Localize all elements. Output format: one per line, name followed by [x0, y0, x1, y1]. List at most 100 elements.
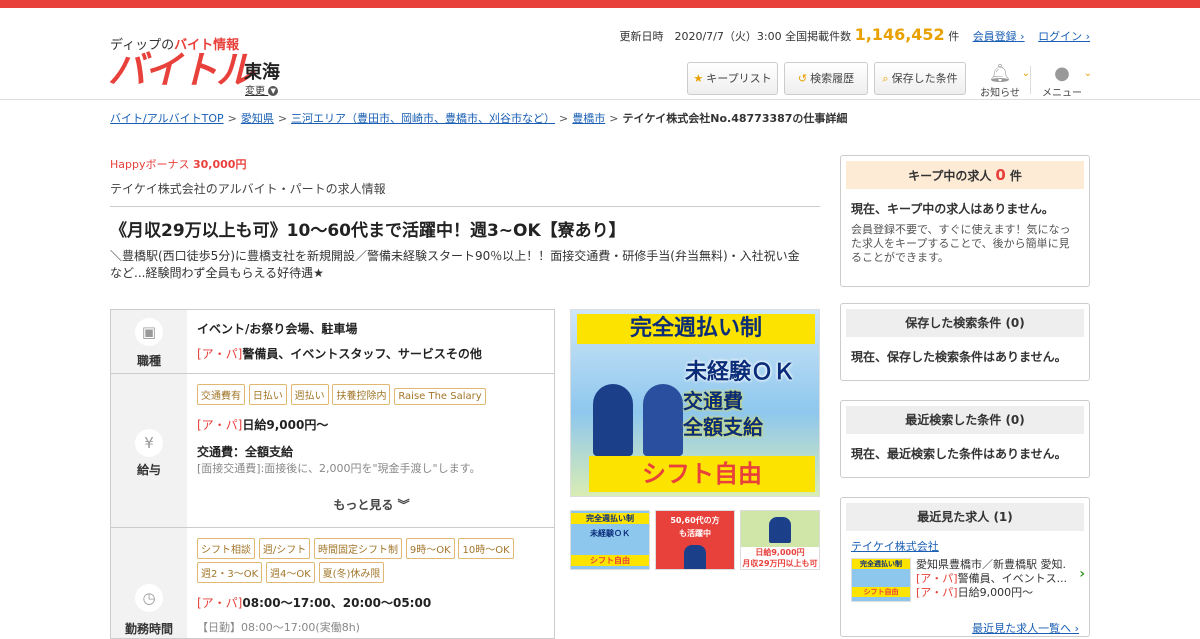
hours-tag: 週/シフト	[258, 538, 311, 559]
occupation-row: ▣ 職種 イベント/お祭り会場、駐車場 [ア・パ]警備員、イベントスタッフ、サー…	[111, 310, 554, 374]
saved-conditions-button[interactable]: ⌕ 保存した条件	[874, 62, 966, 95]
recent-company-link[interactable]: テイケイ株式会社	[851, 538, 1079, 554]
region-name: 東海	[244, 62, 280, 83]
thumb2-line-b: も活躍中	[679, 529, 711, 538]
login-link[interactable]: ログイン ›	[1038, 30, 1090, 43]
job-title: 《月収29万以上も可》10～60代まで活躍中！週3~OK【寮あり】	[110, 221, 626, 241]
keep-empty-message: 現在、キープ中の求人はありません。	[851, 202, 1054, 216]
salary-tag: 週払い	[290, 384, 329, 405]
chevron-down-icon: ⌄	[1021, 68, 1030, 79]
menu-label: メニュー	[1042, 88, 1082, 99]
saved-conditions-header: 保存した検索条件 (0)	[846, 309, 1084, 337]
salary-line: [ア・パ]日給9,000円～	[197, 416, 546, 433]
salary-tag: 日払い	[248, 384, 287, 405]
transport-note: [面接交通費]:面接後に、2,000円を"現金手渡し"します。	[197, 462, 481, 475]
salary-row: ¥ 給与 交通費有 日払い 週払い 扶養控除内 Raise The Salary…	[111, 374, 554, 528]
saved-conditions-title: 保存した検索条件	[905, 316, 1002, 330]
keep-unit: 件	[1009, 169, 1022, 183]
recent-salary-line: [ア・パ]日給9,000円～	[916, 586, 1066, 600]
register-link[interactable]: 会員登録 ›	[973, 30, 1025, 43]
image-thumbnail[interactable]: 日給9,000円 月収29万円以上も可	[740, 510, 820, 570]
site-header: ディップのバイト情報 バイトル 東海 変更 ▼ 更新日時 2020/7/7（火）…	[0, 8, 1200, 100]
breadcrumb-separator: >	[277, 112, 288, 125]
employment-type-tag: [ア・パ]	[197, 596, 243, 610]
breadcrumb-item[interactable]: バイト/アルバイトTOP	[110, 112, 224, 125]
search-history-label: 検索履歴	[810, 72, 855, 85]
yen-icon: ¥	[135, 429, 163, 457]
breadcrumb-separator: >	[227, 112, 237, 125]
bell-icon: 🔔︎	[988, 63, 1012, 84]
recent-salary: 日給9,000円～	[957, 586, 1034, 599]
login-link-label: ログイン	[1038, 30, 1083, 43]
update-label: 更新日時 2020/7/7（火）3:00 全国掲載件数	[619, 30, 852, 43]
thumb3-line-b: 月収29万円以上も可	[741, 558, 819, 569]
image-thumbnail[interactable]: 完全週払い制 未経験ＯＫ シフト自由	[570, 510, 650, 570]
saved-conditions-count: (0)	[1005, 316, 1025, 330]
site-logo[interactable]: バイトル	[108, 50, 254, 90]
keep-count: 0	[995, 166, 1006, 184]
keep-list-label: キープリスト	[706, 72, 772, 85]
keep-panel-title: キープ中の求人	[908, 169, 992, 183]
hours-tag: 9時～OK	[405, 538, 455, 559]
region-change-link[interactable]: 変更 ▼	[245, 82, 279, 97]
job-main-image[interactable]: 完全週払い制 未経験ＯＫ 交通費 全額支給 シフト自由	[570, 309, 820, 497]
breadcrumb-item[interactable]: 三河エリア（豊田市、岡崎市、豊橋市、刈谷市など）	[291, 112, 555, 125]
hours-line: [ア・パ]08:00～17:00、20:00～05:00	[197, 594, 546, 611]
job-description: ＼豊橋駅(西口徒歩5分)に豊橋支社を新規開設／警備未経験スタート90％以上！！面…	[110, 249, 800, 280]
breadcrumb-item[interactable]: 愛知県	[241, 112, 274, 125]
recent-jobs-line: [ア・パ]警備員、イベントス...	[916, 572, 1066, 586]
recent-search-count: (0)	[1005, 413, 1025, 427]
history-icon: ↺	[797, 72, 808, 85]
region-change-label: 変更	[245, 86, 265, 97]
banner-transport: 交通費 全額支給	[683, 388, 763, 440]
keep-list-button[interactable]: ★ キープリスト	[687, 62, 778, 95]
recent-jobs: 警備員、イベントス...	[957, 572, 1066, 585]
breadcrumb-current: テイケイ株式会社No.48773387の仕事詳細	[622, 112, 848, 125]
recent-job-thumbnail: 完全週払い制 シフト自由	[851, 558, 911, 602]
thumb-footer: シフト自由	[571, 555, 649, 566]
count-unit: 件	[948, 30, 960, 43]
happy-bonus-label: Happyボーナス	[110, 158, 190, 171]
breadcrumb-separator: >	[559, 112, 569, 125]
recent-search-empty: 現在、最近検索した条件はありません。	[851, 447, 1067, 461]
notice-label: お知らせ	[980, 88, 1020, 99]
banner-transport-a: 交通費	[683, 389, 743, 413]
saved-conditions-empty: 現在、保存した検索条件はありません。	[851, 350, 1067, 364]
register-link-label: 会員登録	[972, 30, 1017, 43]
hours-value: 08:00～17:00、20:00～05:00	[242, 596, 432, 610]
salary-tag: Raise The Salary	[394, 388, 486, 405]
header-divider	[1030, 66, 1031, 94]
menu-button[interactable]: ● ⌄ メニュー	[1042, 64, 1092, 100]
recent-viewed-item[interactable]: テイケイ株式会社 完全週払い制 シフト自由 愛知県豊橋市／新豊橋駅 愛知... …	[841, 536, 1089, 602]
recent-viewed-title: 最近見た求人	[917, 510, 990, 524]
recent-list-link[interactable]: 最近見た求人一覧へ ›	[972, 620, 1079, 636]
hours-tag: 10時～OK	[458, 538, 514, 559]
employment-type-tag: [ア・パ]	[197, 418, 243, 432]
hours-tag: 時間固定シフト制	[314, 538, 403, 559]
breadcrumb-item[interactable]: 豊橋市	[572, 112, 605, 125]
chevron-down-icon: ︾	[397, 498, 410, 512]
hours-label: 勤務時間	[124, 622, 173, 636]
thumb-sub: 未経験ＯＫ	[590, 529, 630, 538]
search-history-button[interactable]: ↺ 検索履歴	[784, 62, 868, 95]
hours-tag: 夏(冬)休み限	[318, 562, 385, 583]
salary-tag: 交通費有	[197, 384, 245, 405]
guard-figure	[769, 517, 791, 543]
occupation-jobs-line: [ア・パ]警備員、イベントスタッフ、サービスその他	[197, 345, 546, 362]
image-thumbnail[interactable]: 50,60代の方 も活躍中	[655, 510, 735, 570]
show-more-button[interactable]: もっと見る ︾	[197, 496, 546, 513]
brand-top-bar	[0, 0, 1200, 8]
saved-conditions-panel: 保存した検索条件 (0) 現在、保存した検索条件はありません。	[840, 303, 1090, 381]
happy-bonus: Happyボーナス 30,000円	[110, 156, 246, 172]
notice-button[interactable]: 🔔︎ ⌄ お知らせ	[980, 63, 1030, 100]
guard-figure	[684, 545, 706, 569]
search-icon: ⌕	[882, 72, 889, 85]
guard-figure	[593, 384, 633, 456]
keep-panel: キープ中の求人 0 件 現在、キープ中の求人はありません。 会員登録不要で、すぐに使…	[840, 155, 1090, 287]
chevron-down-icon: ⌄	[1083, 68, 1092, 79]
guard-figure	[643, 384, 683, 456]
banner-shift-free: シフト自由	[589, 456, 815, 492]
keep-note: 会員登録不要で、すぐに使えます！気になった求人をキープすることで、後から簡単に見…	[851, 223, 1071, 264]
employment-type-tag: [ア・パ]	[916, 586, 958, 599]
show-more-label: もっと見る	[333, 498, 394, 512]
